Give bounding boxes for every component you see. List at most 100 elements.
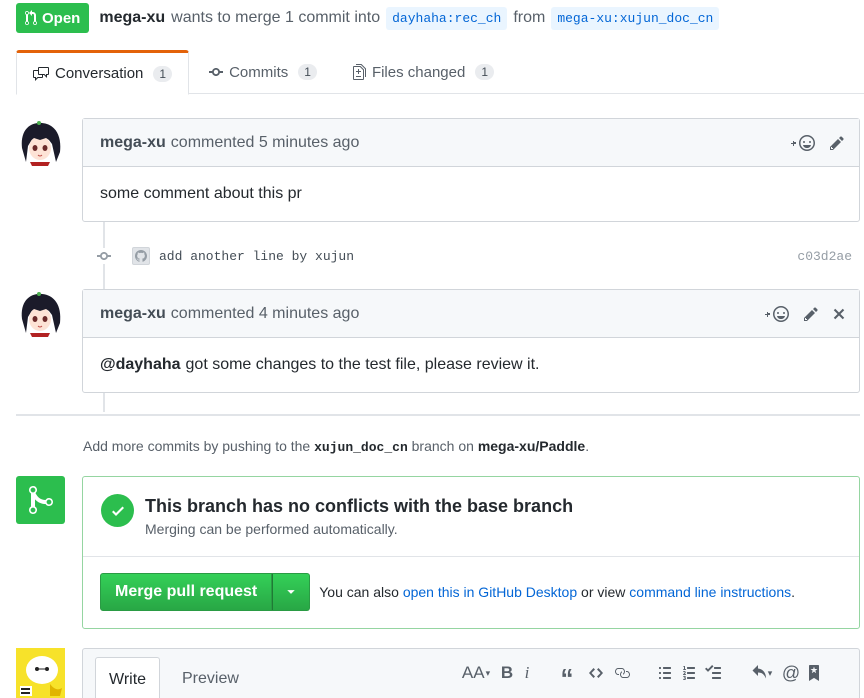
- caret-down-icon: ▾: [767, 667, 773, 678]
- comment-author-link[interactable]: mega-xu: [100, 134, 166, 152]
- comment-composer: Write Preview AA ▾ B i “ ▾ @: [82, 648, 860, 698]
- user-avatar-icon: [16, 289, 64, 337]
- tab-files-changed-label: Files changed: [371, 63, 466, 81]
- commit-node: [94, 248, 114, 264]
- add-reaction-button[interactable]: [791, 131, 815, 155]
- link-icon: [615, 668, 630, 678]
- comment-discussion-icon: [33, 66, 49, 81]
- git-commit-icon: [209, 68, 224, 76]
- merge-status-icon: [16, 476, 65, 524]
- tab-conversation[interactable]: Conversation 1: [16, 50, 190, 95]
- comment-header: mega-xu commented 4 minutes ago: [83, 290, 859, 338]
- avatar[interactable]: [16, 118, 64, 166]
- merge-alt-prefix: You can also: [319, 584, 399, 600]
- merge-alt-text: You can also open this in GitHub Desktop…: [319, 584, 795, 600]
- edit-comment-button[interactable]: [829, 131, 845, 155]
- merge-alt-suffix: .: [791, 584, 796, 600]
- pr-action-text: wants to merge 1 commit into: [171, 9, 381, 26]
- comment-card: mega-xu commented 5 minutes ago some com…: [82, 118, 860, 222]
- merge-status: This branch has no conflicts with the ba…: [83, 477, 859, 557]
- quote-button[interactable]: “: [555, 661, 579, 693]
- code-icon: [589, 668, 603, 678]
- comment-text: got some changes to the test file, pleas…: [185, 356, 540, 373]
- list-ordered-icon: [682, 666, 695, 680]
- mention-button[interactable]: @: [779, 661, 803, 685]
- push-hint-prefix: Add more commits by pushing to the: [83, 438, 311, 454]
- tab-files-changed[interactable]: Files changed 1: [337, 50, 510, 94]
- reply-button[interactable]: ▾: [747, 661, 775, 685]
- delete-comment-button[interactable]: [833, 302, 845, 326]
- pencil-icon: [830, 136, 844, 150]
- comment-card: mega-xu commented 4 minutes ago @dayhaha…: [82, 289, 860, 393]
- comment-author-link[interactable]: mega-xu: [100, 305, 166, 323]
- head-branch-label[interactable]: mega-xu:xujun_doc_cn: [551, 6, 720, 30]
- avatar[interactable]: [16, 289, 64, 337]
- merge-status-title: This branch has no conflicts with the ba…: [145, 496, 574, 516]
- merge-pull-request-button[interactable]: Merge pull request: [100, 573, 273, 611]
- write-tab[interactable]: Write: [95, 657, 161, 698]
- user-avatar-icon: [16, 118, 64, 166]
- preview-tab[interactable]: Preview: [169, 657, 252, 698]
- tab-commits[interactable]: Commits 1: [193, 50, 333, 94]
- link-button[interactable]: [609, 661, 635, 685]
- commit-author-avatar[interactable]: [132, 247, 150, 265]
- comment-text: some comment about this pr: [100, 185, 302, 202]
- text-size-label: AA: [461, 663, 485, 682]
- smiley-icon: [791, 135, 815, 151]
- comment-actions: [765, 290, 845, 338]
- ordered-list-button[interactable]: [677, 661, 701, 685]
- pr-from-text: from: [513, 9, 546, 26]
- commit-sha-link[interactable]: c03d2ae: [797, 249, 852, 264]
- github-octocat-icon: [135, 250, 147, 262]
- git-merge-icon: [28, 485, 53, 514]
- reference-button[interactable]: [803, 661, 825, 685]
- tab-files-changed-count: 1: [475, 64, 495, 80]
- code-button[interactable]: [583, 661, 609, 685]
- comment-timestamp[interactable]: commented 4 minutes ago: [171, 305, 360, 323]
- comment-body: @dayhaha got some changes to the test fi…: [83, 338, 859, 392]
- italic-button[interactable]: i: [517, 661, 537, 685]
- check-circle: [101, 494, 134, 527]
- task-list-button[interactable]: [701, 661, 725, 685]
- bold-button[interactable]: B: [497, 661, 517, 685]
- text-size-button[interactable]: AA ▾: [459, 661, 493, 685]
- git-pull-request-icon: [25, 10, 37, 26]
- merge-actions: Merge pull request You can also open thi…: [100, 573, 795, 611]
- push-hint: Add more commits by pushing to the xujun…: [83, 438, 589, 455]
- check-icon: [111, 506, 124, 516]
- triangle-down-icon: [287, 590, 295, 594]
- diff-icon: [352, 64, 366, 80]
- merge-method-dropdown[interactable]: [272, 573, 311, 611]
- pencil-icon: [804, 307, 818, 321]
- commit-message-link[interactable]: add another line by xujun: [159, 249, 797, 264]
- tab-conversation-label: Conversation: [55, 65, 144, 82]
- commit-row: add another line by xujun c03d2ae: [94, 242, 852, 270]
- tab-conversation-count: 1: [153, 65, 173, 82]
- command-line-instructions-link[interactable]: command line instructions: [629, 584, 791, 600]
- open-desktop-link[interactable]: open this in GitHub Desktop: [403, 584, 577, 600]
- git-commit-icon: [97, 248, 111, 264]
- pr-author-link[interactable]: mega-xu: [99, 9, 165, 27]
- comment-body: some comment about this pr: [83, 167, 859, 221]
- close-icon: [833, 308, 845, 320]
- tab-commits-label: Commits: [229, 63, 289, 81]
- formatting-toolbar: AA ▾ B i “ ▾ @: [459, 661, 825, 693]
- user-mention-link[interactable]: @dayhaha: [100, 356, 181, 374]
- add-reaction-button[interactable]: [765, 302, 789, 326]
- unordered-list-button[interactable]: [653, 661, 677, 685]
- bookmark-icon: [809, 665, 819, 681]
- comment-actions: [791, 119, 845, 167]
- pr-tabs: Conversation 1 Commits 1 Files changed 1: [16, 50, 864, 95]
- merge-alt-middle: or view: [581, 584, 626, 600]
- timeline-divider: [16, 414, 860, 416]
- comment-timestamp[interactable]: commented 5 minutes ago: [171, 134, 360, 152]
- push-hint-middle: branch on: [411, 438, 474, 454]
- pr-header: Open mega-xu wants to merge 1 commit int…: [16, 3, 720, 33]
- edit-comment-button[interactable]: [803, 302, 819, 326]
- user-avatar-icon: [16, 648, 65, 698]
- push-hint-suffix: .: [585, 438, 590, 454]
- current-user-avatar[interactable]: [16, 648, 65, 698]
- merge-box: This branch has no conflicts with the ba…: [82, 476, 860, 629]
- merge-status-subtitle: Merging can be performed automatically.: [145, 521, 398, 537]
- base-branch-label[interactable]: dayhaha:rec_ch: [386, 6, 508, 30]
